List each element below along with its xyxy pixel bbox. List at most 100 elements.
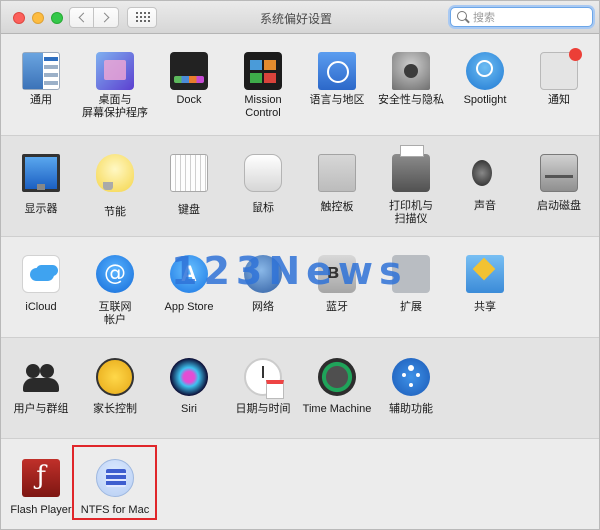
pane-dock[interactable]: Dock	[152, 52, 226, 107]
pane-flash-player[interactable]: Flash Player	[4, 459, 78, 517]
pane-internet-accounts[interactable]: 互联网 帐户	[78, 255, 152, 327]
energy-saver-icon	[96, 154, 134, 192]
desktop-screensaver-icon	[96, 52, 134, 90]
pane-label: 节能	[104, 206, 126, 218]
pane-label: Time Machine	[302, 403, 372, 415]
mouse-icon	[244, 154, 282, 192]
language-region-icon	[318, 52, 356, 90]
sharing-icon	[466, 255, 504, 293]
pane-keyboard[interactable]: 键盘	[152, 154, 226, 217]
pane-label: 互联网 帐户	[98, 301, 132, 326]
pane-label: 触控板	[320, 201, 354, 213]
pane-trackpad[interactable]: 触控板	[300, 154, 374, 214]
pane-users-groups[interactable]: 用户与群组	[4, 358, 78, 416]
pane-notifications[interactable]: 通知	[522, 48, 596, 107]
mission-control-icon	[244, 52, 282, 90]
pane-language-region[interactable]: 语言与地区	[300, 52, 374, 107]
pane-label: 打印机与 扫描仪	[389, 200, 433, 225]
forward-button[interactable]	[94, 7, 119, 28]
pane-label: Siri	[181, 403, 197, 415]
fullscreen-button[interactable]	[51, 12, 63, 24]
search-field[interactable]	[450, 7, 593, 27]
date-time-icon	[244, 358, 284, 399]
printers-scanners-icon	[392, 145, 430, 192]
close-button[interactable]	[13, 12, 25, 24]
pane-general[interactable]: 通用	[4, 52, 78, 107]
general-icon	[22, 52, 60, 90]
pane-label: 日期与时间	[235, 403, 291, 415]
pane-parental-controls[interactable]: 家长控制	[78, 358, 152, 416]
pane-desktop-screensaver[interactable]: 桌面与 屏幕保护程序	[78, 52, 152, 120]
pane-spotlight[interactable]: Spotlight	[448, 52, 522, 107]
sound-icon	[466, 154, 504, 192]
pane-label: 通用	[30, 94, 52, 106]
pane-label: 扩展	[400, 301, 422, 313]
pane-label: App Store	[164, 301, 214, 313]
pane-icloud[interactable]: iCloud	[4, 255, 78, 314]
section-system: 用户与群组 家长控制 Siri 日期与时间 Time Machine 辅助功能	[1, 338, 599, 439]
pane-label: 语言与地区	[309, 94, 365, 106]
flash-player-icon	[22, 459, 60, 497]
minimize-button[interactable]	[32, 12, 44, 24]
pane-label: 声音	[474, 200, 496, 212]
parental-controls-icon	[96, 358, 134, 396]
pane-label: 辅助功能	[389, 403, 433, 415]
pane-label: 用户与群组	[13, 403, 69, 415]
pane-label: 显示器	[24, 203, 58, 215]
pane-sharing[interactable]: 共享	[448, 255, 522, 314]
pane-label: 共享	[474, 301, 496, 313]
dock-icon	[170, 52, 208, 90]
pane-mission-control[interactable]: Mission Control	[226, 52, 300, 120]
pane-label: 蓝牙	[326, 301, 348, 313]
watermark: 123News	[171, 249, 408, 293]
icloud-icon	[22, 255, 60, 293]
security-privacy-icon	[392, 52, 430, 90]
pane-siri[interactable]: Siri	[152, 358, 226, 416]
chevron-left-icon	[78, 12, 89, 23]
title-bar: 系统偏好设置	[1, 1, 599, 34]
pane-label: 通知	[548, 94, 570, 106]
pane-label: 鼠标	[252, 202, 274, 214]
search-icon	[457, 11, 467, 21]
pane-label: 家长控制	[93, 403, 137, 415]
notifications-icon	[540, 48, 582, 90]
accessibility-icon	[392, 358, 430, 396]
pane-mouse[interactable]: 鼠标	[226, 154, 300, 215]
startup-disk-icon	[540, 154, 578, 192]
chevron-right-icon	[99, 12, 110, 23]
pane-time-machine[interactable]: Time Machine	[300, 358, 374, 416]
pane-energy-saver[interactable]: 节能	[78, 154, 152, 219]
pane-label: iCloud	[25, 301, 57, 313]
users-groups-icon	[22, 358, 60, 396]
pane-security-privacy[interactable]: 安全性与隐私	[374, 52, 448, 107]
section-personal: 通用 桌面与 屏幕保护程序 Dock Mission Control 语言与地区…	[1, 35, 599, 136]
pane-label: Dock	[176, 94, 202, 106]
pane-displays[interactable]: 显示器	[4, 154, 78, 216]
siri-icon	[170, 358, 208, 396]
search-input[interactable]	[473, 10, 583, 25]
pane-date-time[interactable]: 日期与时间	[226, 358, 300, 416]
section-hardware: 显示器 节能 键盘 鼠标 触控板 打印机与 扫描仪 声音 启动磁盘	[1, 136, 599, 237]
pane-label: 键盘	[178, 204, 200, 216]
system-preferences-window: 系统偏好设置 通用 桌面与 屏幕保护程序 Dock Mission Contro…	[0, 0, 600, 530]
displays-icon	[22, 154, 60, 192]
internet-accounts-icon	[96, 255, 134, 293]
pane-accessibility[interactable]: 辅助功能	[374, 358, 448, 416]
pane-label: Flash Player	[10, 504, 72, 516]
highlight-box	[72, 445, 157, 520]
pane-printers-scanners[interactable]: 打印机与 扫描仪	[374, 145, 448, 226]
pane-label: 安全性与隐私	[378, 94, 444, 106]
pane-sound[interactable]: 声音	[448, 154, 522, 213]
pane-label: 启动磁盘	[537, 200, 581, 212]
pane-label: Mission Control	[244, 94, 282, 119]
grid-icon	[136, 12, 150, 23]
back-button[interactable]	[69, 7, 94, 28]
window-title: 系统偏好设置	[259, 12, 332, 26]
spotlight-icon	[466, 52, 504, 90]
show-all-button[interactable]	[127, 7, 157, 28]
pane-startup-disk[interactable]: 启动磁盘	[522, 154, 596, 213]
time-machine-icon	[318, 358, 356, 396]
pane-label: 桌面与 屏幕保护程序	[82, 94, 148, 119]
pane-label: 网络	[252, 301, 274, 313]
keyboard-icon	[170, 154, 208, 192]
